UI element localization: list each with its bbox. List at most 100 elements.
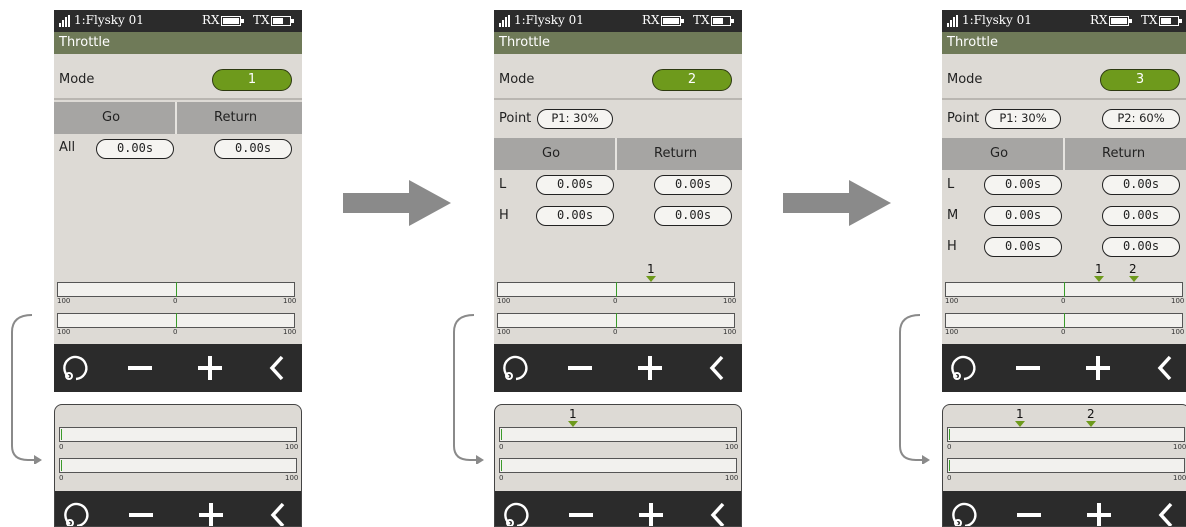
mini-tick-right: 100 <box>1173 443 1186 451</box>
go-time-l[interactable]: 0.00s <box>536 175 614 195</box>
refresh-icon[interactable] <box>500 352 532 384</box>
transmitter-screen-mode-1: 1:Flysky 01 RX TX Throttle Mode 1 Go Ret… <box>54 10 302 392</box>
go-time-all[interactable]: 0.00s <box>96 139 174 159</box>
tx-battery-icon <box>271 16 294 26</box>
plus-icon[interactable] <box>195 499 227 526</box>
mode-selector[interactable]: 1 <box>212 69 292 91</box>
transmitter-screen-mode-2: 1:Flysky 01 RX TX Throttle Mode 2 Point … <box>494 10 742 392</box>
refresh-icon[interactable] <box>948 352 980 384</box>
column-header: Go Return <box>494 138 742 170</box>
return-time-all[interactable]: 0.00s <box>214 139 292 159</box>
mini-display-mode-1: 0 100 0 100 <box>54 404 302 527</box>
back-icon[interactable] <box>1151 499 1183 526</box>
status-bar: 1:Flysky 01 RX TX <box>942 10 1186 32</box>
mode-selector[interactable]: 2 <box>652 69 732 91</box>
back-icon[interactable] <box>1150 352 1182 384</box>
mini-tick-right: 100 <box>1173 474 1186 482</box>
divider <box>942 98 1186 100</box>
next-arrow-icon <box>343 180 451 226</box>
mini-tick-right: 100 <box>285 474 299 482</box>
go-time-l[interactable]: 0.00s <box>984 175 1062 195</box>
model-name: 1:Flysky 01 <box>74 13 144 27</box>
go-time-m[interactable]: 0.00s <box>984 206 1062 226</box>
back-icon[interactable] <box>263 499 295 526</box>
bar-tick-left: 100 <box>945 297 959 305</box>
minus-icon[interactable] <box>125 499 157 526</box>
mode-label: Mode <box>499 72 535 87</box>
point-p1[interactable]: P1: 30% <box>985 109 1061 129</box>
page-title: Throttle <box>494 32 742 54</box>
refresh-icon[interactable] <box>949 499 981 526</box>
throttle-bar-return <box>945 313 1183 328</box>
point-marker-label-1: 1 <box>1095 262 1103 276</box>
return-time-m[interactable]: 0.00s <box>1102 206 1180 226</box>
refresh-icon[interactable] <box>60 352 92 384</box>
row-label-l: L <box>947 177 955 192</box>
bar-tick-right: 100 <box>283 297 297 305</box>
bar-tick-center: 0 <box>1061 297 1066 305</box>
mini-bar-return <box>947 458 1185 473</box>
bar-tick-right: 100 <box>1171 297 1185 305</box>
mini-toolbar <box>55 491 301 526</box>
mini-toolbar <box>495 491 741 526</box>
mode-selector[interactable]: 3 <box>1100 69 1180 91</box>
back-icon[interactable] <box>702 352 734 384</box>
bar-tick-center: 0 <box>613 297 618 305</box>
point-p1[interactable]: P1: 30% <box>537 109 613 129</box>
point-marker-label-2: 2 <box>1129 262 1137 276</box>
minus-icon[interactable] <box>124 352 156 384</box>
refresh-icon[interactable] <box>501 499 533 526</box>
divider <box>54 98 302 100</box>
go-time-h[interactable]: 0.00s <box>536 206 614 226</box>
status-bar: 1:Flysky 01 RX TX <box>54 10 302 32</box>
page-title: Throttle <box>54 32 302 54</box>
back-icon[interactable] <box>262 352 294 384</box>
return-time-h[interactable]: 0.00s <box>654 206 732 226</box>
point-p2[interactable]: P2: 60% <box>1102 109 1180 129</box>
mini-tick-left: 0 <box>947 474 952 482</box>
throttle-bar-go <box>945 282 1183 297</box>
minus-icon[interactable] <box>1013 499 1045 526</box>
refresh-icon[interactable] <box>61 499 93 526</box>
column-header: Go Return <box>54 102 302 134</box>
toolbar <box>494 344 742 392</box>
plus-icon[interactable] <box>634 352 666 384</box>
point-label: Point <box>947 111 980 126</box>
go-header: Go <box>542 146 561 161</box>
bar-tick-right: 100 <box>1171 328 1185 336</box>
plus-icon[interactable] <box>635 499 667 526</box>
tx-label: TX <box>1141 13 1158 27</box>
plus-icon[interactable] <box>194 352 226 384</box>
throttle-bar-go <box>497 282 735 297</box>
rx-label: RX <box>642 13 660 27</box>
minus-icon[interactable] <box>1012 352 1044 384</box>
go-header: Go <box>990 146 1009 161</box>
mini-point-marker-label-2: 2 <box>1087 407 1095 421</box>
status-bar: 1:Flysky 01 RX TX <box>494 10 742 32</box>
mini-tick-left: 0 <box>59 474 64 482</box>
mode-label: Mode <box>59 72 95 87</box>
divider <box>494 98 742 100</box>
bar-tick-left: 100 <box>57 297 71 305</box>
return-time-h[interactable]: 0.00s <box>1102 237 1180 257</box>
bar-tick-left: 100 <box>497 297 511 305</box>
return-time-l[interactable]: 0.00s <box>1102 175 1180 195</box>
mini-point-marker-label-1: 1 <box>569 407 577 421</box>
bar-tick-center: 0 <box>173 328 178 336</box>
column-header: Go Return <box>942 138 1186 170</box>
return-time-l[interactable]: 0.00s <box>654 175 732 195</box>
mini-tick-left: 0 <box>499 474 504 482</box>
signal-icon <box>59 15 71 27</box>
mini-tick-right: 100 <box>285 443 299 451</box>
tx-battery-icon <box>711 16 734 26</box>
rx-label: RX <box>202 13 220 27</box>
minus-icon[interactable] <box>564 352 596 384</box>
mode-label: Mode <box>947 72 983 87</box>
minus-icon[interactable] <box>565 499 597 526</box>
plus-icon[interactable] <box>1082 352 1114 384</box>
back-icon[interactable] <box>703 499 735 526</box>
go-time-h[interactable]: 0.00s <box>984 237 1062 257</box>
bar-tick-center: 0 <box>173 297 178 305</box>
tx-battery-icon <box>1159 16 1182 26</box>
plus-icon[interactable] <box>1083 499 1115 526</box>
